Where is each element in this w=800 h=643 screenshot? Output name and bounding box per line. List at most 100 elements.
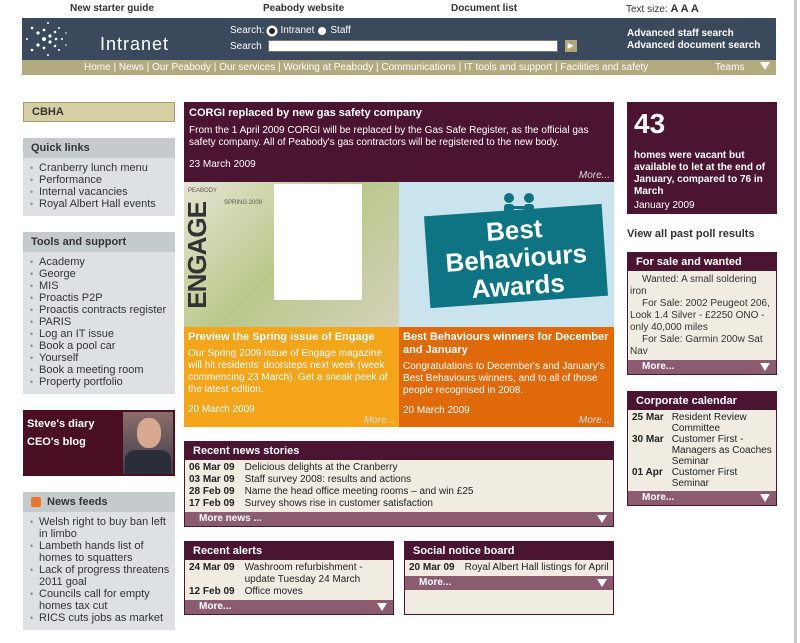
- table-row[interactable]: 03 Mar 09 Staff survey 2008: results and …: [187, 474, 475, 486]
- news-date: 06 Mar 09: [189, 462, 235, 473]
- engage-more-link[interactable]: More...: [364, 415, 395, 426]
- news-feeds-box: News feeds Welsh right to buy ban left i…: [23, 492, 175, 630]
- table-row[interactable]: 30 Mar Customer First - Managers as Coach…: [630, 434, 774, 467]
- alert-link[interactable]: Office moves: [243, 586, 391, 598]
- list-item[interactable]: For Sale: Garmin 200w Sat Nav: [630, 334, 774, 358]
- engage-brand-text: PEABODY: [188, 188, 218, 194]
- tool-link[interactable]: Book a meeting room: [27, 364, 171, 376]
- table-row[interactable]: 20 Mar 09 Royal Albert Hall listings for …: [407, 562, 611, 574]
- engage-teaser[interactable]: Preview the Spring issue of Engage Our S…: [184, 327, 399, 427]
- advanced-staff-search-link[interactable]: Advanced staff search: [627, 28, 760, 40]
- calendar-table: 25 Mar Resident Review Committee 30 Mar Cu…: [630, 412, 774, 489]
- alert-link[interactable]: Washroom refurbishment - update Tuesday …: [243, 562, 391, 586]
- quick-link[interactable]: Royal Albert Hall events: [27, 198, 171, 210]
- search-go-button[interactable]: ▶: [564, 40, 577, 52]
- ceo-blog-box[interactable]: Steve's diary CEO's blog: [23, 410, 175, 476]
- chevron-down-icon: [760, 494, 770, 502]
- recent-alerts-title: Recent alerts: [185, 542, 393, 560]
- peabody-website-link[interactable]: Peabody website: [263, 3, 344, 14]
- best-behaviours-teaser[interactable]: Best Behaviours winners for December and…: [399, 327, 614, 427]
- for-sale-more-link[interactable]: More...: [628, 360, 776, 374]
- table-row[interactable]: 24 Mar 09 Washroom refurbishment - update…: [187, 562, 391, 586]
- tool-link[interactable]: Yourself: [27, 352, 171, 364]
- nav-home[interactable]: Home: [84, 62, 111, 73]
- news-link[interactable]: Staff survey 2008: results and actions: [243, 474, 476, 486]
- lead-story-more-link[interactable]: More...: [579, 170, 610, 181]
- quick-links-title: Quick links: [23, 138, 175, 158]
- intranet-logo[interactable]: Intranet: [100, 34, 169, 55]
- bb-teaser-title[interactable]: Best Behaviours winners for December and…: [403, 331, 610, 357]
- lead-story-title[interactable]: CORGI replaced by new gas safety company: [189, 107, 609, 119]
- quick-link[interactable]: Internal vacancies: [27, 186, 171, 198]
- alerts-more-link[interactable]: More...: [185, 600, 393, 614]
- tool-link[interactable]: PARIS: [27, 316, 171, 328]
- engage-teaser-text: Our Spring 2009 issue of Engage magazine…: [188, 348, 388, 395]
- event-date: 01 Apr: [632, 467, 663, 478]
- table-row[interactable]: 06 Mar 09 Delicious delights at the Cranb…: [187, 462, 475, 474]
- document-list-link[interactable]: Document list: [451, 3, 517, 14]
- steves-diary-link[interactable]: Steve's diary: [27, 418, 94, 430]
- quick-link[interactable]: Performance: [27, 174, 171, 186]
- corporate-calendar-box: Corporate calendar 25 Mar Resident Review…: [627, 391, 777, 506]
- cbha-link[interactable]: CBHA: [23, 102, 175, 122]
- past-poll-link[interactable]: View all past poll results: [627, 228, 777, 240]
- teams-dropdown-label[interactable]: Teams: [715, 62, 744, 73]
- teams-dropdown-icon[interactable]: [760, 62, 770, 70]
- advanced-document-search-link[interactable]: Advanced document search: [627, 40, 760, 52]
- lead-story[interactable]: CORGI replaced by new gas safety company…: [184, 102, 614, 182]
- tool-link[interactable]: Property portfolio: [27, 376, 171, 388]
- recent-news-title: Recent news stories: [185, 442, 613, 460]
- tool-link[interactable]: Book a pool car: [27, 340, 171, 352]
- event-link[interactable]: Customer First - Managers as Coaches Sem…: [670, 434, 774, 467]
- news-feeds-header: News feeds: [23, 492, 175, 512]
- poll-text: homes were vacant but available to let a…: [634, 150, 766, 197]
- calendar-more-label: More...: [642, 492, 675, 503]
- radio-staff[interactable]: [318, 26, 327, 35]
- table-row[interactable]: 28 Feb 09 Name the head office meeting ro…: [187, 486, 475, 498]
- ceo-blog-link[interactable]: CEO's blog: [27, 436, 86, 448]
- calendar-more-link[interactable]: More...: [628, 491, 776, 505]
- event-link[interactable]: Resident Review Committee: [670, 412, 774, 434]
- text-size-control: Text size: A A A: [626, 3, 699, 15]
- table-row[interactable]: 17 Feb 09 Survey shows rise in customer s…: [187, 498, 475, 510]
- list-item[interactable]: Wanted: A small soldering iron: [630, 274, 774, 298]
- news-link[interactable]: Delicious delights at the Cranberry: [243, 462, 476, 474]
- news-date: 03 Mar 09: [189, 474, 235, 485]
- social-link[interactable]: Royal Albert Hall listings for April: [463, 562, 611, 574]
- feed-link[interactable]: Councils call for empty homes tax cut: [27, 588, 171, 612]
- tool-link[interactable]: Proactis contracts register: [27, 304, 171, 316]
- text-size-label: Text size:: [626, 4, 668, 15]
- best-behaviours-image[interactable]: Best Behaviours Awards: [399, 182, 614, 327]
- new-starter-guide-link[interactable]: New starter guide: [70, 3, 154, 14]
- bb-more-link[interactable]: More...: [579, 415, 610, 426]
- table-row[interactable]: 01 Apr Customer First Seminar: [630, 467, 774, 489]
- tool-link[interactable]: Academy: [27, 256, 171, 268]
- tool-link[interactable]: Proactis P2P: [27, 292, 171, 304]
- nav-items[interactable]: | News | Our Peabody | Our services | Wo…: [111, 62, 648, 73]
- list-item[interactable]: For Sale: 2002 Peugeot 206, Look 1.4 Sil…: [630, 298, 774, 334]
- news-link[interactable]: Name the head office meeting rooms – and…: [243, 486, 476, 498]
- tool-link[interactable]: MIS: [27, 280, 171, 292]
- table-row[interactable]: 25 Mar Resident Review Committee: [630, 412, 774, 434]
- event-link[interactable]: Customer First Seminar: [670, 467, 774, 489]
- feed-link[interactable]: RICS cuts jobs as market: [27, 612, 171, 624]
- more-news-link[interactable]: More news ...: [185, 512, 613, 526]
- tool-link[interactable]: Log an IT issue: [27, 328, 171, 340]
- engage-teaser-title[interactable]: Preview the Spring issue of Engage: [188, 331, 395, 344]
- social-more-link[interactable]: More...: [405, 576, 613, 590]
- social-notice-title: Social notice board: [405, 542, 613, 560]
- lead-story-date: 23 March 2009: [189, 159, 256, 170]
- radio-intranet[interactable]: [268, 26, 277, 35]
- text-size-buttons[interactable]: A A A: [670, 3, 698, 15]
- feed-link[interactable]: Lack of progress threatens 2011 goal: [27, 564, 171, 588]
- search-input[interactable]: [267, 40, 558, 52]
- feed-link[interactable]: Lambeth hands list of homes to squatters: [27, 540, 171, 564]
- table-row[interactable]: 12 Feb 09 Office moves: [187, 586, 391, 598]
- engage-magazine-image[interactable]: PEABODY SPRING 2009 ENGAGE: [182, 182, 399, 327]
- quick-link[interactable]: Cranberry lunch menu: [27, 162, 171, 174]
- feed-link[interactable]: Welsh right to buy ban left in limbo: [27, 516, 171, 540]
- news-link[interactable]: Survey shows rise in customer satisfacti…: [243, 498, 476, 510]
- social-table: 20 Mar 09 Royal Albert Hall listings for …: [407, 562, 611, 574]
- tool-link[interactable]: George: [27, 268, 171, 280]
- main-nav: Home | News | Our Peabody | Our services…: [22, 60, 776, 75]
